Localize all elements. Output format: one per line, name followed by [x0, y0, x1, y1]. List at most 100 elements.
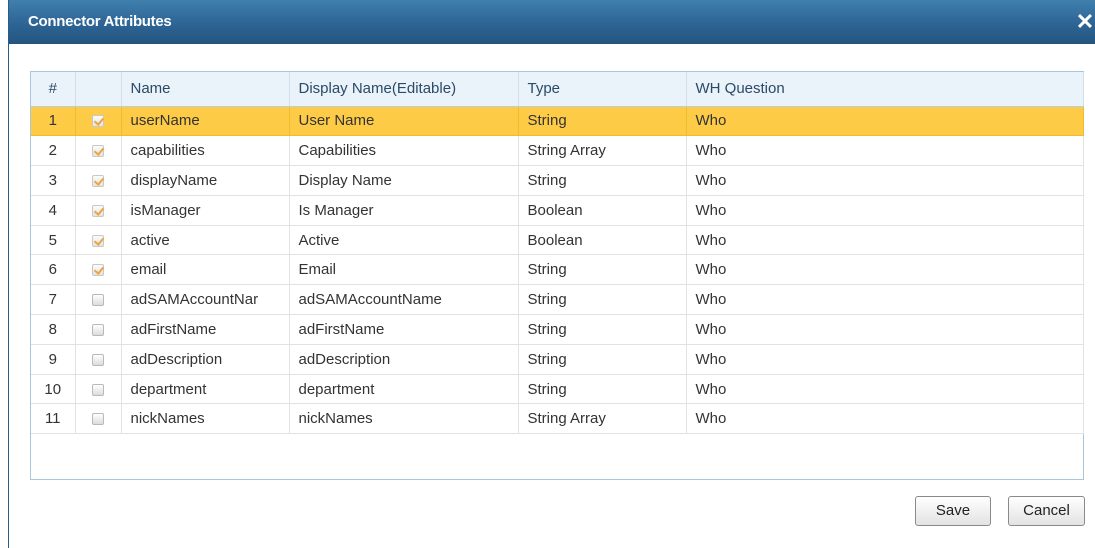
- cell-name: department: [121, 374, 290, 405]
- cell-name: active: [121, 225, 290, 256]
- cell-type: Boolean: [518, 195, 687, 226]
- table-row[interactable]: 8 adFirstName adFirstName String Who: [31, 314, 1084, 345]
- cell-name: isManager: [121, 195, 290, 226]
- cell-wh-question: Who: [686, 135, 1084, 167]
- column-header-wh-question[interactable]: WH Question: [686, 72, 1084, 107]
- column-header-check[interactable]: [75, 72, 122, 107]
- row-number: 10: [31, 374, 76, 405]
- row-number: 7: [31, 284, 76, 316]
- cell-display-name[interactable]: User Name: [289, 106, 519, 137]
- checkbox-unchecked[interactable]: [92, 353, 104, 366]
- table-row[interactable]: 5 active Active Boolean Who: [31, 225, 1084, 256]
- cell-name: nickNames: [121, 403, 290, 435]
- checkbox-checked[interactable]: [92, 234, 104, 247]
- attributes-table: # Name Display Name(Editable) Type WH Qu…: [31, 72, 1084, 435]
- row-checkbox-cell: [75, 106, 122, 137]
- cell-display-name[interactable]: Is Manager: [289, 195, 519, 226]
- row-checkbox-cell: [75, 165, 122, 196]
- checkbox-unchecked[interactable]: [92, 383, 104, 396]
- table-row[interactable]: 11 nickNames nickNames String Array Who: [31, 403, 1084, 435]
- row-number: 4: [31, 195, 76, 226]
- row-checkbox-cell: [75, 195, 122, 226]
- table-row[interactable]: 2 capabilities Capabilities String Array Who: [31, 135, 1084, 167]
- cell-type: String: [518, 254, 687, 286]
- dialog-titlebar[interactable]: Connector Attributes ✕: [9, 0, 1095, 44]
- column-header-number[interactable]: #: [31, 72, 76, 107]
- cell-wh-question: Who: [686, 344, 1084, 375]
- table-row[interactable]: 10 department department String Who: [31, 374, 1084, 405]
- checkbox-checked[interactable]: [92, 145, 104, 158]
- cell-display-name[interactable]: department: [289, 374, 519, 405]
- row-number: 1: [31, 106, 76, 137]
- row-number: 8: [31, 314, 76, 345]
- cell-display-name[interactable]: Active: [289, 225, 519, 256]
- dialog-title: Connector Attributes: [28, 13, 172, 30]
- row-checkbox-cell: [75, 374, 122, 405]
- cell-name: adSAMAccountNar: [121, 284, 290, 316]
- cell-wh-question: Who: [686, 254, 1084, 286]
- checkbox-checked[interactable]: [92, 204, 104, 217]
- cell-display-name[interactable]: adFirstName: [289, 314, 519, 345]
- cell-type: String: [518, 314, 687, 345]
- cell-wh-question: Who: [686, 374, 1084, 405]
- cell-wh-question: Who: [686, 225, 1084, 256]
- cell-name: userName: [121, 106, 290, 137]
- cell-display-name[interactable]: adDescription: [289, 344, 519, 375]
- row-checkbox-cell: [75, 314, 122, 345]
- checkbox-unchecked[interactable]: [92, 413, 104, 426]
- table-row[interactable]: 1 userName User Name String Who: [31, 106, 1084, 137]
- cell-wh-question: Who: [686, 403, 1084, 435]
- save-button[interactable]: Save: [915, 496, 991, 526]
- row-number: 2: [31, 135, 76, 167]
- cell-display-name[interactable]: adSAMAccountName: [289, 284, 519, 316]
- column-header-display-name[interactable]: Display Name(Editable): [289, 72, 519, 107]
- cell-name: displayName: [121, 165, 290, 196]
- table-header-row: # Name Display Name(Editable) Type WH Qu…: [31, 72, 1084, 107]
- column-header-type[interactable]: Type: [518, 72, 687, 107]
- cell-type: String Array: [518, 403, 687, 435]
- row-checkbox-cell: [75, 284, 122, 316]
- cell-name: adDescription: [121, 344, 290, 375]
- cell-display-name[interactable]: Display Name: [289, 165, 519, 196]
- checkbox-unchecked[interactable]: [92, 324, 104, 336]
- row-checkbox-cell: [75, 254, 122, 286]
- checkbox-checked[interactable]: [92, 115, 104, 128]
- cancel-button[interactable]: Cancel: [1008, 496, 1085, 526]
- row-checkbox-cell: [75, 225, 122, 256]
- column-header-name[interactable]: Name: [121, 72, 290, 107]
- cell-name: adFirstName: [121, 314, 290, 345]
- table-row[interactable]: 6 email Email String Who: [31, 254, 1084, 286]
- cell-type: String Array: [518, 135, 687, 167]
- row-number: 5: [31, 225, 76, 256]
- row-checkbox-cell: [75, 135, 122, 167]
- cell-type: String: [518, 284, 687, 316]
- table-row[interactable]: 3 displayName Display Name String Who: [31, 165, 1084, 196]
- cell-wh-question: Who: [686, 284, 1084, 316]
- table-row[interactable]: 7 adSAMAccountNar adSAMAccountName String Wh…: [31, 284, 1084, 316]
- cell-type: String: [518, 344, 687, 375]
- close-icon[interactable]: ✕: [1075, 10, 1095, 34]
- cell-name: email: [121, 254, 290, 286]
- cell-display-name[interactable]: Capabilities: [289, 135, 519, 167]
- cell-type: Boolean: [518, 225, 687, 256]
- cell-wh-question: Who: [686, 195, 1084, 226]
- cell-type: String: [518, 374, 687, 405]
- cell-type: String: [518, 106, 687, 137]
- table-row[interactable]: 9 adDescription adDescription String Who: [31, 344, 1084, 375]
- row-number: 9: [31, 344, 76, 375]
- checkbox-checked[interactable]: [92, 264, 104, 277]
- connector-attributes-dialog: Connector Attributes ✕ # Name Display Na…: [8, 0, 1095, 548]
- row-checkbox-cell: [75, 344, 122, 375]
- cell-name: capabilities: [121, 135, 290, 167]
- checkbox-unchecked[interactable]: [92, 294, 104, 307]
- cell-wh-question: Who: [686, 314, 1084, 345]
- attributes-grid: # Name Display Name(Editable) Type WH Qu…: [30, 71, 1084, 480]
- row-number: 3: [31, 165, 76, 196]
- row-number: 6: [31, 254, 76, 286]
- cell-display-name[interactable]: Email: [289, 254, 519, 286]
- row-number: 11: [31, 403, 76, 435]
- cell-wh-question: Who: [686, 106, 1084, 137]
- cell-display-name[interactable]: nickNames: [289, 403, 519, 435]
- table-row[interactable]: 4 isManager Is Manager Boolean Who: [31, 195, 1084, 226]
- checkbox-checked[interactable]: [92, 175, 104, 188]
